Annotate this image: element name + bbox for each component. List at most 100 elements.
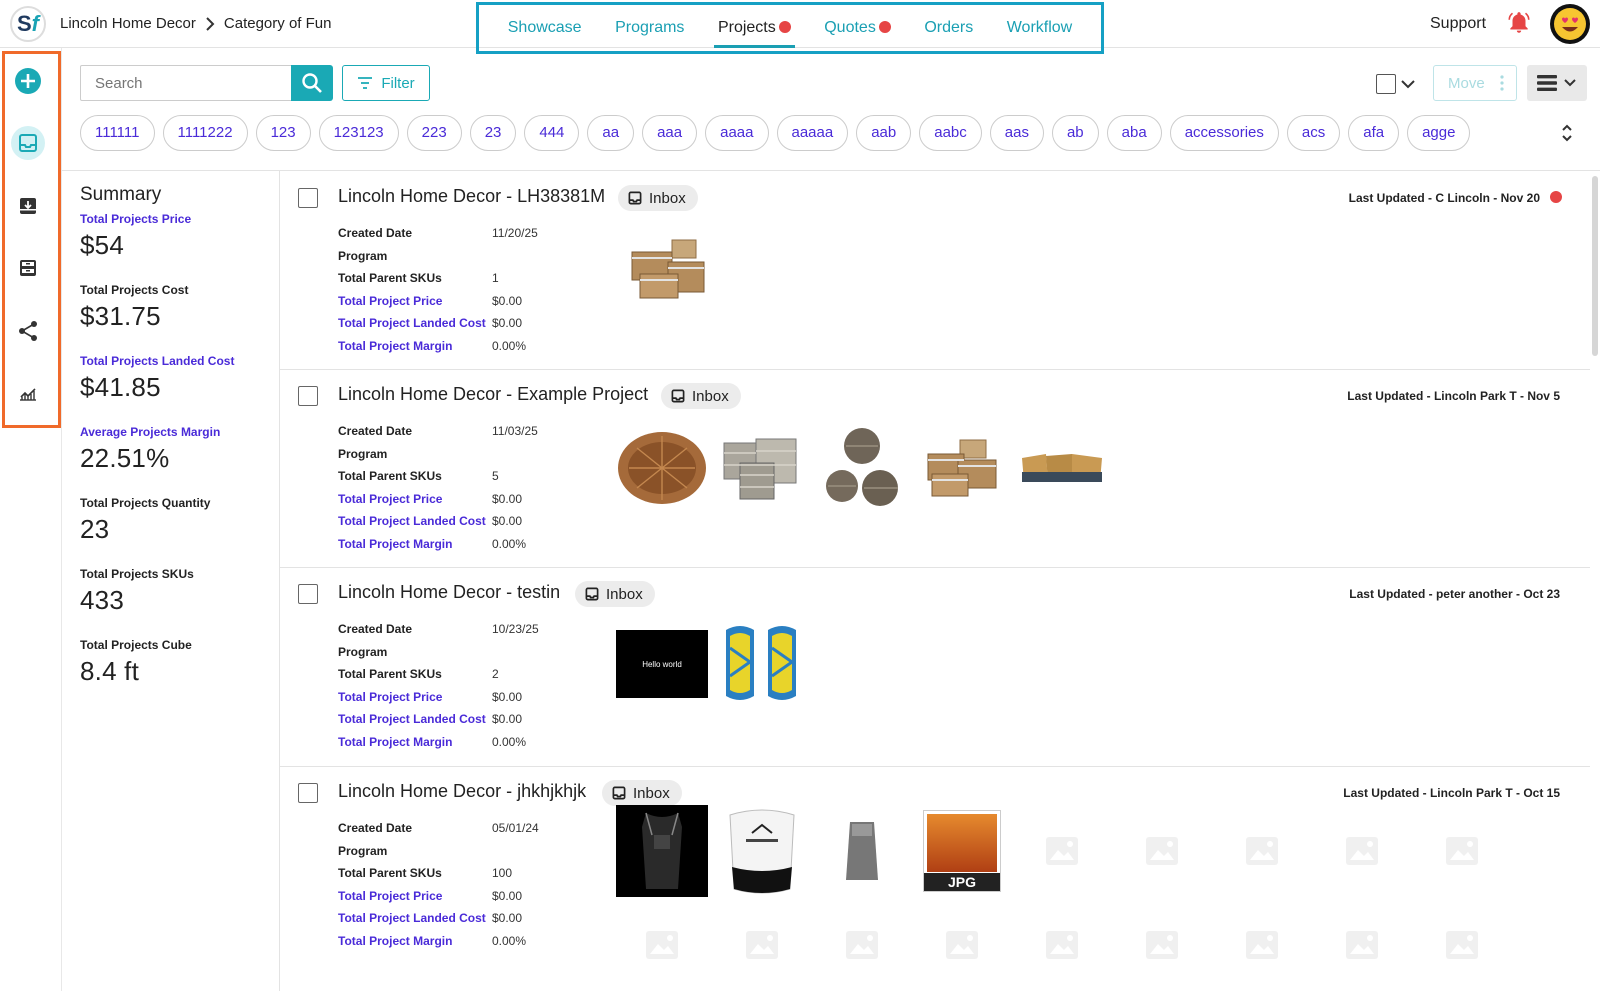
breadcrumb-category[interactable]: Category of Fun bbox=[224, 15, 332, 32]
heart-eyes-emoji-icon bbox=[1554, 8, 1586, 40]
user-avatar[interactable] bbox=[1550, 4, 1590, 44]
tab-orders[interactable]: Orders bbox=[920, 8, 977, 48]
inbox-button[interactable] bbox=[11, 126, 45, 160]
project-title[interactable]: Lincoln Home Decor - testin bbox=[338, 582, 560, 603]
project-checkbox[interactable] bbox=[298, 386, 318, 406]
app-logo[interactable]: Sf bbox=[10, 6, 46, 42]
product-thumbnail[interactable] bbox=[616, 422, 708, 514]
product-thumbnail[interactable]: Hello world bbox=[616, 618, 708, 710]
summary-item: Total Projects Cost $31.75 bbox=[80, 283, 189, 331]
tag-chip[interactable]: ab bbox=[1051, 115, 1099, 151]
product-thumbnail[interactable]: JPG bbox=[916, 805, 1008, 897]
summary-item: Average Projects Margin 22.51% bbox=[80, 425, 221, 473]
select-all-checkbox[interactable] bbox=[1376, 74, 1396, 94]
product-thumbnail[interactable] bbox=[622, 224, 714, 316]
tag-chip[interactable]: agge bbox=[1407, 115, 1471, 151]
tag-chip[interactable]: aaaa bbox=[705, 115, 769, 151]
expand-collapse-icon[interactable] bbox=[1560, 122, 1574, 144]
product-thumbnail[interactable] bbox=[1016, 422, 1108, 514]
support-link[interactable]: Support bbox=[1430, 15, 1486, 33]
move-button[interactable]: Move bbox=[1433, 65, 1517, 101]
tab-showcase[interactable]: Showcase bbox=[504, 8, 586, 48]
filter-icon bbox=[358, 77, 373, 89]
tab-quotes[interactable]: Quotes bbox=[820, 8, 895, 48]
project-card[interactable]: Lincoln Home Decor - testin Inbox Last U… bbox=[280, 568, 1590, 767]
chevron-down-icon[interactable] bbox=[1400, 74, 1416, 94]
scrollbar-thumb[interactable] bbox=[1592, 176, 1598, 356]
image-placeholder-icon bbox=[1216, 805, 1308, 897]
breadcrumb-company[interactable]: Lincoln Home Decor bbox=[60, 15, 196, 32]
tag-chips: 111111 1111222 123 123123 223 23 444 aa … bbox=[80, 115, 1471, 151]
product-thumbnail[interactable] bbox=[716, 422, 808, 514]
image-placeholder-icon bbox=[616, 905, 708, 985]
summary-title: Summary bbox=[80, 184, 162, 205]
tag-chip[interactable]: 444 bbox=[524, 115, 580, 151]
product-thumbnail[interactable] bbox=[916, 422, 1008, 514]
tab-projects[interactable]: Projects bbox=[713, 8, 795, 48]
project-title[interactable]: Lincoln Home Decor - Example Project bbox=[338, 384, 648, 405]
project-checkbox[interactable] bbox=[298, 584, 318, 604]
filter-label: Filter bbox=[381, 74, 415, 92]
project-checkbox[interactable] bbox=[298, 188, 318, 208]
filter-button[interactable]: Filter bbox=[342, 65, 430, 101]
tag-chip[interactable]: 111111 bbox=[80, 115, 155, 151]
product-thumbnail[interactable] bbox=[616, 805, 708, 897]
product-thumbnail[interactable] bbox=[716, 618, 808, 710]
image-placeholder-icon bbox=[1416, 805, 1508, 897]
search-input[interactable] bbox=[80, 65, 292, 101]
project-fields: Created Date 11/20/25 Program Total Paren… bbox=[338, 226, 538, 353]
product-thumbnails: Hello world bbox=[616, 618, 808, 710]
search-button[interactable] bbox=[291, 65, 333, 101]
left-rail bbox=[0, 48, 62, 991]
analytics-button[interactable] bbox=[11, 376, 45, 410]
tag-chip[interactable]: aaaaa bbox=[776, 115, 849, 151]
image-placeholder-icon bbox=[716, 905, 808, 985]
tab-workflow[interactable]: Workflow bbox=[1003, 8, 1077, 48]
tag-chip[interactable]: 123123 bbox=[318, 115, 399, 151]
tag-chip[interactable]: 1111222 bbox=[162, 115, 248, 151]
tag-chip[interactable]: 23 bbox=[469, 115, 517, 151]
tag-chip[interactable]: aba bbox=[1106, 115, 1162, 151]
view-toggle-button[interactable] bbox=[1527, 65, 1587, 101]
share-button[interactable] bbox=[11, 314, 45, 348]
top-header: Sf Lincoln Home Decor Category of Fun Sh… bbox=[0, 0, 1600, 54]
list-view-icon bbox=[1537, 75, 1557, 91]
tab-programs[interactable]: Programs bbox=[611, 8, 688, 48]
move-label: Move bbox=[1448, 74, 1485, 92]
project-checkbox[interactable] bbox=[298, 783, 318, 803]
last-updated: Last Updated - Lincoln Park T - Oct 15 bbox=[1343, 786, 1560, 800]
tag-chip[interactable]: 223 bbox=[406, 115, 462, 151]
product-thumbnail[interactable] bbox=[716, 805, 808, 897]
project-title[interactable]: Lincoln Home Decor - jhkhjkhjk bbox=[338, 781, 586, 802]
bell-icon[interactable] bbox=[1506, 10, 1532, 36]
divider bbox=[62, 170, 1600, 171]
chevron-right-icon bbox=[206, 16, 215, 31]
breadcrumb: Lincoln Home Decor Category of Fun bbox=[60, 15, 331, 32]
tag-chip[interactable]: aas bbox=[989, 115, 1044, 151]
project-title[interactable]: Lincoln Home Decor - LH38381M bbox=[338, 186, 605, 207]
image-placeholder-icon bbox=[1016, 905, 1108, 985]
product-thumbnail[interactable] bbox=[816, 422, 908, 514]
project-card[interactable]: Lincoln Home Decor - Example Project Inb… bbox=[280, 370, 1590, 568]
tag-chip[interactable]: acs bbox=[1286, 115, 1341, 151]
image-placeholder-icon bbox=[1216, 905, 1308, 985]
tag-chip[interactable]: aabc bbox=[919, 115, 982, 151]
summary-item: Total Projects Quantity 23 bbox=[80, 496, 211, 544]
image-placeholder-icon bbox=[916, 905, 1008, 985]
summary-item: Total Projects Cube 8.4 ft bbox=[80, 638, 192, 686]
tag-chip[interactable]: aa bbox=[587, 115, 635, 151]
tag-chip[interactable]: aaa bbox=[642, 115, 698, 151]
tag-chip[interactable]: afa bbox=[1348, 115, 1400, 151]
project-card[interactable]: Lincoln Home Decor - jhkhjkhjk Inbox Las… bbox=[280, 767, 1590, 991]
project-card[interactable]: Lincoln Home Decor - LH38381M Inbox Last… bbox=[280, 172, 1590, 370]
archive-button[interactable] bbox=[11, 189, 45, 223]
tag-chip[interactable]: aab bbox=[856, 115, 912, 151]
inbox-stack-button[interactable] bbox=[11, 251, 45, 285]
tag-chip[interactable]: accessories bbox=[1169, 115, 1279, 151]
add-button[interactable] bbox=[11, 64, 45, 98]
product-thumbnails bbox=[622, 224, 714, 316]
inbox-badge: Inbox bbox=[618, 185, 698, 211]
tag-chip[interactable]: 123 bbox=[255, 115, 311, 151]
archive-icon bbox=[20, 198, 36, 214]
product-thumbnail[interactable] bbox=[816, 805, 908, 897]
